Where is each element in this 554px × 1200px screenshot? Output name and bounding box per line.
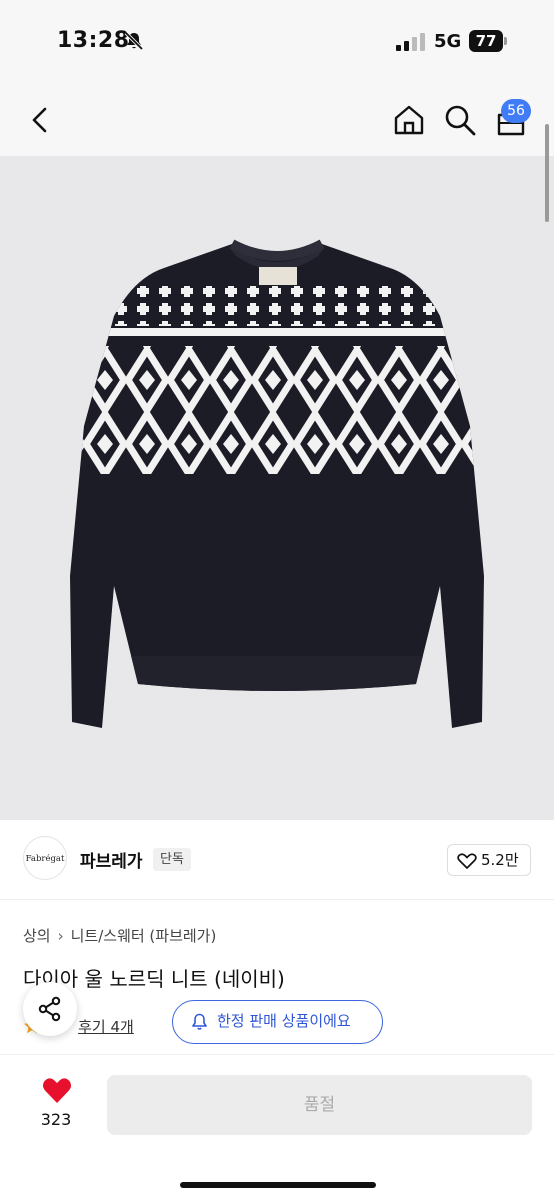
wish-count: 323 bbox=[40, 1110, 72, 1129]
status-bar: 13:28 5G 77 bbox=[0, 0, 554, 84]
home-icon[interactable] bbox=[392, 103, 426, 137]
limited-sale-notice[interactable]: 한정 판매 상품이에요 bbox=[172, 1000, 383, 1044]
bell-icon bbox=[192, 1013, 207, 1030]
signal-icon bbox=[396, 33, 425, 51]
heart-outline-icon bbox=[457, 853, 477, 869]
nav-bar bbox=[0, 84, 554, 156]
chevron-left-icon[interactable] bbox=[26, 104, 54, 136]
home-indicator[interactable] bbox=[180, 1182, 376, 1188]
network-label: 5G bbox=[434, 31, 462, 52]
brand-row: Fabrégat 파브레가 단독 5.2만 bbox=[0, 820, 554, 900]
review-count-link[interactable]: 후기 4개 bbox=[78, 1018, 134, 1036]
scrollbar[interactable] bbox=[545, 124, 549, 222]
sweater-image bbox=[0, 156, 554, 820]
bottom-action-bar: 323 품절 bbox=[0, 1054, 554, 1200]
battery-icon: 77 bbox=[469, 30, 507, 52]
battery-level: 77 bbox=[469, 30, 503, 52]
search-icon[interactable] bbox=[443, 103, 477, 137]
share-icon bbox=[38, 996, 61, 1022]
heart-filled-icon[interactable] bbox=[42, 1077, 72, 1104]
battery-tip bbox=[504, 37, 507, 45]
brand-logo[interactable]: Fabrégat bbox=[23, 836, 67, 880]
breadcrumb-item-category[interactable]: 상의 bbox=[23, 927, 51, 945]
share-button[interactable] bbox=[23, 982, 77, 1036]
brand-like-button[interactable]: 5.2만 bbox=[447, 844, 531, 876]
status-time: 13:28 bbox=[57, 28, 130, 53]
brand-like-count: 5.2만 bbox=[481, 851, 519, 869]
breadcrumb-item-subcategory[interactable]: 니트/스웨터 (파브레가) bbox=[71, 927, 217, 945]
bell-slash-icon bbox=[124, 31, 144, 51]
breadcrumb: 상의 › 니트/스웨터 (파브레가) bbox=[23, 925, 216, 946]
sold-out-button[interactable]: 품절 bbox=[107, 1075, 532, 1135]
chevron-right-icon: › bbox=[57, 927, 64, 945]
brand-name[interactable]: 파브레가 bbox=[80, 847, 143, 872]
limited-sale-label: 한정 판매 상품이에요 bbox=[217, 1012, 351, 1030]
cart-count-badge[interactable]: 56 bbox=[501, 99, 531, 123]
product-image[interactable] bbox=[0, 156, 554, 820]
exclusive-badge: 단독 bbox=[153, 848, 191, 871]
